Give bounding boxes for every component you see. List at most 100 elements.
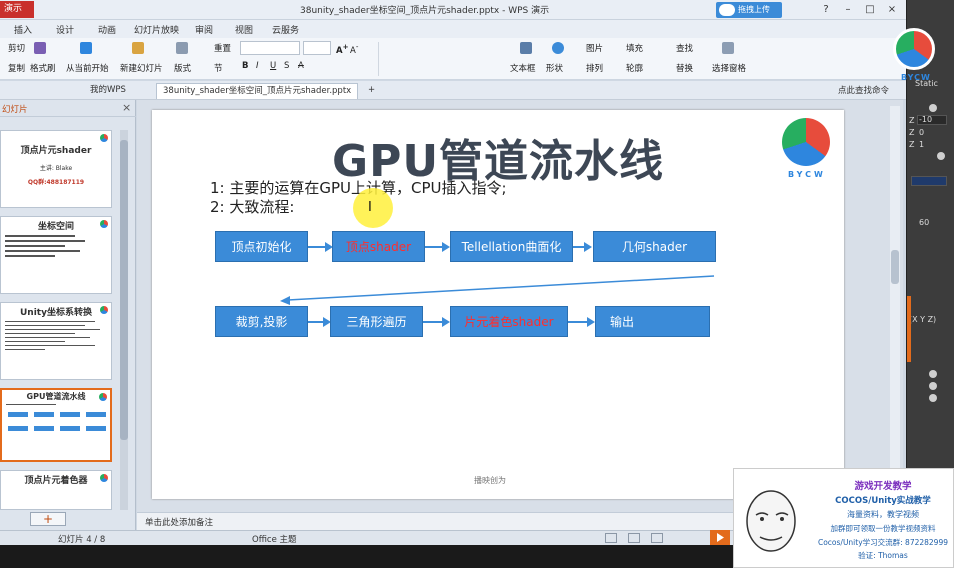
color-field[interactable] [911, 176, 947, 186]
reset-button[interactable]: 重置 [214, 42, 231, 54]
thumb-flow-box [86, 426, 106, 431]
slide-thumb-4-selected[interactable]: GPU管道流水线 [0, 388, 112, 462]
strike-icon[interactable]: A [298, 61, 304, 71]
window-title: 38unity_shader坐标空间_顶点片元shader.pptx - WPS… [300, 6, 550, 16]
shape-button[interactable]: 形状 [546, 62, 563, 74]
slide-thumb-3[interactable]: Unity坐标系转换 [0, 302, 112, 380]
layout-button[interactable]: 版式 [174, 62, 191, 74]
gear-icon[interactable] [937, 152, 945, 160]
find-button[interactable]: 查找 [676, 42, 693, 54]
play-slideshow-icon[interactable] [710, 530, 730, 545]
ribbon-toolbar: 剪切 复制 格式刷 从当前开始 新建幻灯片 版式 重置 节 A+ A- B I … [0, 38, 906, 80]
thumb-text-line [5, 235, 75, 237]
shadow-icon[interactable]: S [284, 61, 289, 71]
menu-review[interactable]: 审阅 [195, 23, 213, 36]
promo-group-number: Cocos/Unity学习交流群: 872282999 [817, 538, 949, 547]
cut-button[interactable]: 剪切 [8, 42, 25, 54]
format-painter-button[interactable]: 格式刷 [30, 62, 56, 74]
picture-button[interactable]: 图片 [586, 42, 603, 54]
menu-slideshow[interactable]: 幻灯片放映 [134, 23, 179, 36]
fill-button[interactable]: 填充 [626, 42, 643, 54]
gear-icon[interactable] [929, 104, 937, 112]
outline-button[interactable]: 轮廓 [626, 62, 643, 74]
new-slide-button[interactable]: 新建幻灯片 [120, 62, 163, 74]
tab-document[interactable]: 38unity_shader坐标空间_顶点片元shader.pptx [156, 83, 359, 99]
panel-header: 幻灯片 × [0, 100, 136, 117]
command-search[interactable]: 点此查找命令 [838, 84, 889, 96]
format-painter-icon [34, 42, 46, 54]
thumb-flow-box [86, 412, 106, 417]
slide[interactable]: GPU管道流水线 BYCW 1: 主要的运算在GPU上计算，CPU插入指令; 2… [152, 110, 844, 499]
flow-step-triangle-traversal[interactable]: 三角形遍历 [330, 306, 423, 337]
thumb-subtitle: 主讲: Blake [39, 165, 73, 172]
new-tab-button[interactable]: + [362, 83, 381, 99]
app-menu-button[interactable]: 演示 [0, 1, 34, 18]
flow-step-clip-project[interactable]: 裁剪,投影 [215, 306, 308, 337]
z-value: 1 [919, 140, 925, 149]
promo-overlay: 游戏开发教学 COCOS/Unity实战教学 海量资料，教学视频 加群即可领取一… [733, 468, 954, 568]
normal-view-icon[interactable] [605, 533, 617, 543]
bold-icon[interactable]: B [242, 61, 248, 71]
text-box-icon [520, 42, 532, 54]
promo-verification: 验证: Thomas [858, 551, 908, 560]
menu-cloud[interactable]: 云服务 [272, 23, 299, 36]
grow-font-icon[interactable]: A+ [336, 42, 349, 56]
menu-animation[interactable]: 动画 [98, 23, 116, 36]
arrange-button[interactable]: 排列 [586, 62, 603, 74]
minimize-button[interactable]: – [840, 2, 856, 18]
canvas-scrollbar[interactable] [890, 106, 900, 506]
thumbnail-scroll-thumb[interactable] [120, 140, 128, 440]
promo-subtitle: COCOS/Unity实战教学 [835, 496, 931, 506]
menu-design[interactable]: 设计 [56, 23, 74, 36]
z-label: Z [909, 128, 915, 137]
text-box-button[interactable]: 文本框 [510, 62, 536, 74]
thumb-text-line [5, 255, 55, 257]
rotation-label: (X Y Z) [909, 315, 937, 324]
thumb-text-line [5, 245, 65, 247]
underline-icon[interactable]: U [270, 61, 276, 71]
z-label: Z [909, 140, 915, 149]
thumb-text-line [6, 404, 56, 405]
flow-step-output[interactable]: 输出 [595, 306, 710, 337]
canvas-scroll-thumb[interactable] [891, 250, 899, 284]
help-button[interactable]: ? [818, 2, 834, 18]
shape-icon [552, 42, 564, 54]
selection-pane-button[interactable]: 选择窗格 [712, 62, 746, 74]
add-slide-button[interactable]: + [30, 512, 66, 526]
wps-presentation-window: 演示 38unity_shader坐标空间_顶点片元shader.pptx - … [0, 0, 954, 568]
slide-thumbnail-panel: 幻灯片 × 顶点片元shader 主讲: Blake QQ群:488187119… [0, 100, 136, 530]
slide-thumb-1[interactable]: 顶点片元shader 主讲: Blake QQ群:488187119 [0, 130, 112, 208]
from-current-button[interactable]: 从当前开始 [66, 62, 109, 74]
copy-button[interactable]: 复制 [8, 62, 25, 74]
tab-my-wps[interactable]: 我的WPS [84, 83, 132, 99]
maximize-button[interactable]: □ [862, 2, 878, 18]
italic-icon[interactable]: I [256, 61, 259, 71]
reading-view-icon[interactable] [651, 533, 663, 543]
sorter-view-icon[interactable] [628, 533, 640, 543]
section-button[interactable]: 节 [214, 62, 223, 74]
font-size-field[interactable] [303, 41, 331, 55]
replace-button[interactable]: 替换 [676, 62, 693, 74]
panel-close-icon[interactable]: × [122, 101, 131, 114]
cloud-icon [719, 4, 735, 16]
gear-icon[interactable] [929, 394, 937, 402]
gear-icon[interactable] [929, 382, 937, 390]
font-name-field[interactable] [240, 41, 300, 55]
promo-line: 加群即可领取一份教学视频资料 [830, 524, 936, 533]
slide-thumb-5[interactable]: 顶点片元着色器 [0, 470, 112, 510]
slide-thumb-2[interactable]: 坐标空间 [0, 216, 112, 294]
bycw-logo-icon [893, 28, 935, 70]
logo-icon [100, 474, 108, 482]
thumb-text-line [5, 337, 90, 338]
menu-view[interactable]: 视图 [235, 23, 253, 36]
thumb-text-line [5, 349, 45, 350]
gear-icon[interactable] [929, 370, 937, 378]
selection-indicator [907, 296, 911, 362]
paragraph-group [378, 42, 498, 76]
close-button[interactable]: × [884, 2, 900, 18]
menu-insert[interactable]: 插入 [14, 23, 32, 36]
flow-step-fragment-shader[interactable]: 片元着色shader [450, 306, 568, 337]
thumb-flow-box [34, 426, 54, 431]
shrink-font-icon[interactable]: A- [350, 42, 358, 56]
arrow-right-icon [442, 317, 450, 327]
